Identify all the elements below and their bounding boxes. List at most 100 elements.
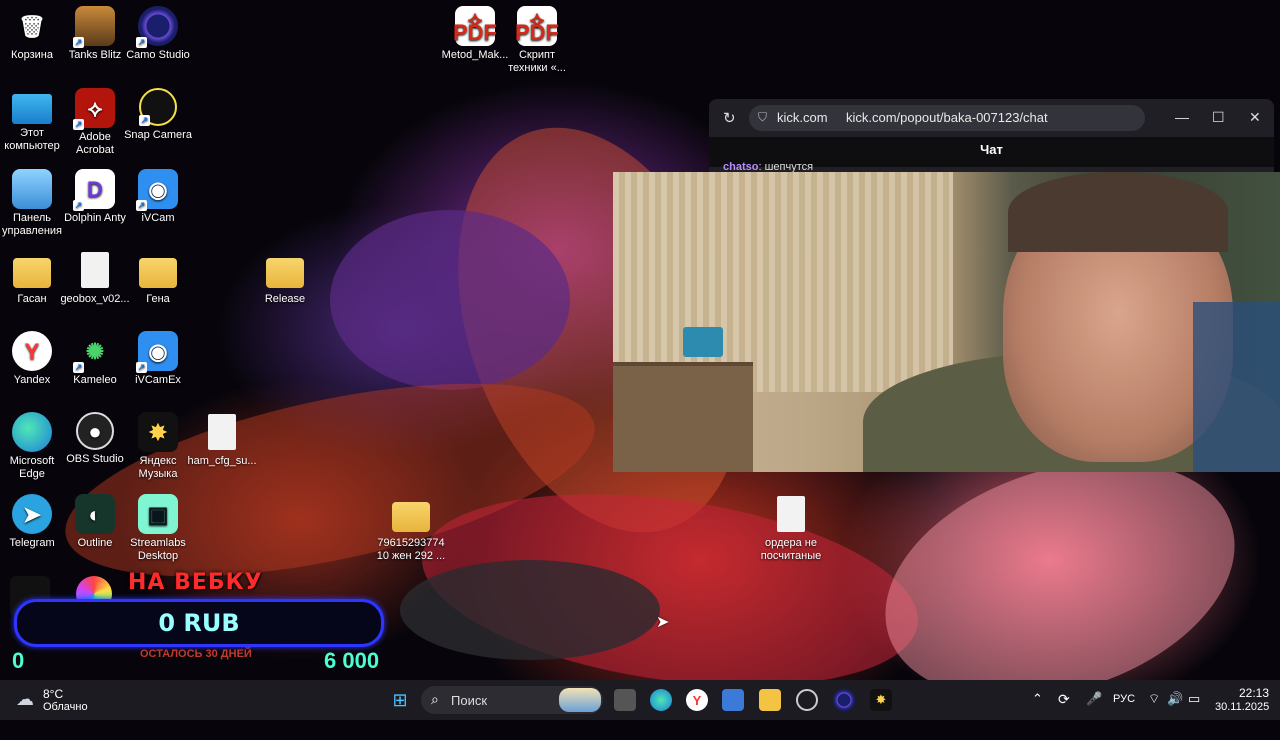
minimize-icon[interactable]: — bbox=[1175, 109, 1189, 125]
folder-icon bbox=[265, 250, 305, 290]
desktop-icon-kameleo[interactable]: ✺ ↗ Kameleo bbox=[63, 331, 127, 387]
weather-desc[interactable]: Облачно bbox=[43, 701, 88, 713]
acrobat-icon: ⟡ ↗ bbox=[73, 88, 115, 130]
desktop-icon-obs[interactable]: ● OBS Studio bbox=[63, 412, 127, 466]
desktop-icon-streamlabs[interactable]: ▣ Streamlabs Desktop bbox=[126, 494, 190, 563]
volume-icon[interactable]: 🔊 bbox=[1167, 691, 1183, 707]
wifi-icon[interactable]: ⌔ bbox=[1148, 691, 1160, 707]
language-indicator[interactable]: РУС bbox=[1113, 693, 1135, 705]
desktop-icon-label: Гасан bbox=[17, 293, 47, 305]
desktop-icon-label: Microsoft Edge bbox=[9, 455, 55, 480]
desktop-icon-label: Snap Camera bbox=[124, 129, 192, 141]
folder-icon bbox=[138, 250, 178, 290]
clock-date[interactable]: 30.11.2025 bbox=[1215, 701, 1269, 713]
folder-icon bbox=[391, 494, 431, 534]
desktop-icon-label: Yandex bbox=[13, 374, 51, 386]
desktop-icon-label: ордера не посчитаные bbox=[760, 537, 822, 562]
desktop-icon-control-panel[interactable]: Панель управления bbox=[0, 169, 64, 238]
desktop-icon-adobe-acrobat[interactable]: ⟡ ↗ Adobe Acrobat bbox=[63, 88, 127, 157]
task-view-icon[interactable] bbox=[614, 689, 636, 711]
maximize-icon[interactable]: ☐ bbox=[1212, 109, 1225, 126]
obs-icon: ● bbox=[76, 412, 114, 450]
yandex-music-taskbar-icon[interactable]: ✸ bbox=[870, 689, 892, 711]
desktop-icon-edge[interactable]: Microsoft Edge bbox=[0, 412, 64, 481]
desktop-icon-folder-gena[interactable]: Гена bbox=[126, 250, 190, 306]
recycle-bin-icon: 🗑 bbox=[18, 13, 46, 39]
browser-popout-window[interactable]: ↻ ⛉ kick.com kick.com/popout/baka-007123… bbox=[709, 99, 1274, 173]
desktop-icon-metod-pdf[interactable]: ⟡ PDF Metod_Mak... bbox=[441, 6, 509, 62]
folder-icon bbox=[12, 250, 52, 290]
sync-icon[interactable]: ⟳ bbox=[1058, 691, 1070, 708]
snap-taskbar-icon[interactable] bbox=[796, 689, 818, 711]
pdf-file-icon: ⟡ PDF bbox=[453, 6, 497, 46]
desktop-icon-yandex-music[interactable]: ✸ Яндекс Музыка bbox=[126, 412, 190, 481]
streamlabs-icon: ▣ bbox=[138, 494, 178, 534]
cloud-icon: ☁ bbox=[16, 689, 34, 709]
url-text: kick.com/popout/baka-007123/chat bbox=[846, 110, 1048, 125]
desktop-icon-this-pc[interactable]: Этот компьютер bbox=[0, 88, 64, 153]
store-taskbar-icon[interactable] bbox=[722, 689, 744, 711]
desktop-icon-label: Outline bbox=[77, 537, 113, 549]
weather-temp[interactable]: 8°C bbox=[43, 687, 63, 701]
cursor-icon: ➤ bbox=[656, 614, 670, 631]
battery-icon[interactable]: ▭ bbox=[1188, 691, 1200, 707]
desktop-icon-folder-gasan[interactable]: Гасан bbox=[0, 250, 64, 306]
pdf-file-icon: ⟡ PDF bbox=[515, 6, 559, 46]
address-bar[interactable]: ⛉ kick.com kick.com/popout/baka-007123/c… bbox=[749, 105, 1145, 131]
chevron-up-icon[interactable]: ⌃ bbox=[1032, 691, 1043, 707]
desktop-icon-camo-studio[interactable]: ↗ Camo Studio bbox=[126, 6, 190, 62]
desktop-icon-snap-camera[interactable]: ↗ Snap Camera bbox=[124, 88, 192, 142]
desktop-icon-label: Гена bbox=[146, 293, 170, 305]
dolphin-anty-icon: D ↗ bbox=[73, 169, 115, 211]
desktop-icon-ivcamex[interactable]: ◉ ↗ iVCamEx bbox=[126, 331, 190, 387]
search-highlight-icon bbox=[559, 688, 601, 712]
yandex-music-icon: ✸ bbox=[138, 412, 178, 452]
desktop-icon-orders[interactable]: ордера не посчитаные bbox=[759, 494, 823, 563]
desktop-icon-label: Скрипт техники «... bbox=[508, 49, 566, 74]
edge-taskbar-icon[interactable] bbox=[650, 689, 672, 711]
desktop-icon-ham-cfg[interactable]: ham_cfg_su... bbox=[187, 412, 257, 468]
desktop-icon-label: Camo Studio bbox=[126, 49, 190, 61]
donation-min: 0 bbox=[12, 648, 25, 673]
desktop-icon-label: iVCam bbox=[141, 212, 175, 224]
explorer-taskbar-icon[interactable] bbox=[759, 689, 781, 711]
search-placeholder: Поиск bbox=[451, 693, 488, 708]
desktop-icon-folder-release[interactable]: Release bbox=[253, 250, 317, 306]
desktop-icon-label: Корзина bbox=[11, 49, 53, 61]
camo-taskbar-icon[interactable] bbox=[833, 689, 855, 711]
kameleo-icon: ✺ ↗ bbox=[73, 338, 105, 373]
outline-icon: ◐ bbox=[75, 494, 115, 534]
close-icon[interactable]: ✕ bbox=[1249, 109, 1261, 126]
desktop-icon-script-pdf[interactable]: ⟡ PDF Скрипт техники «... bbox=[505, 6, 569, 75]
desktop-icon-ivcam[interactable]: ◉ ↗ iVCam bbox=[126, 169, 190, 225]
control-panel-icon bbox=[12, 169, 52, 209]
donation-progress-bar: 0 RUB bbox=[14, 599, 384, 647]
desktop-icon-tanks-blitz[interactable]: ↗ Tanks Blitz bbox=[63, 6, 127, 62]
yandex-taskbar-icon[interactable]: Y bbox=[686, 689, 708, 711]
desktop-icon-label: Metod_Mak... bbox=[441, 49, 509, 61]
desktop-icon-outline[interactable]: ◐ Outline bbox=[63, 494, 127, 550]
desktop-icon-yandex[interactable]: Y Yandex bbox=[0, 331, 64, 387]
donation-amount: 0 RUB bbox=[158, 609, 240, 637]
telegram-icon: ➤ bbox=[12, 494, 52, 534]
clock-time[interactable]: 22:13 bbox=[1239, 686, 1269, 700]
taskbar-search[interactable]: ⌕ Поиск bbox=[421, 686, 603, 714]
desktop-icon-label: Kameleo bbox=[73, 374, 117, 386]
edge-icon bbox=[12, 412, 52, 452]
windows-start-icon[interactable]: ⊞ bbox=[389, 689, 411, 711]
desktop-icon-dolphin-anty[interactable]: D ↗ Dolphin Anty bbox=[63, 169, 127, 225]
site-name: kick.com bbox=[777, 110, 828, 125]
desktop-icon-label: geobox_v02... bbox=[60, 293, 130, 305]
desktop-icon-label: 79615293774 10 жен 292 ... bbox=[376, 537, 446, 562]
donation-goal: 6 000 bbox=[324, 648, 380, 673]
file-icon bbox=[771, 494, 811, 534]
search-icon: ⌕ bbox=[431, 691, 439, 707]
desktop-icon-label: Adobe Acrobat bbox=[76, 131, 114, 156]
microphone-icon[interactable]: 🎤 bbox=[1086, 691, 1102, 707]
desktop-icon-geobox[interactable]: geobox_v02... bbox=[60, 250, 130, 306]
snap-camera-icon: ↗ bbox=[139, 88, 177, 126]
reload-icon[interactable]: ↻ bbox=[723, 109, 736, 127]
desktop-icon-folder-79615293774[interactable]: 79615293774 10 жен 292 ... bbox=[376, 494, 446, 563]
desktop-icon-telegram[interactable]: ➤ Telegram bbox=[0, 494, 64, 550]
desktop-icon-recycle-bin[interactable]: 🗑 Корзина bbox=[0, 6, 64, 62]
